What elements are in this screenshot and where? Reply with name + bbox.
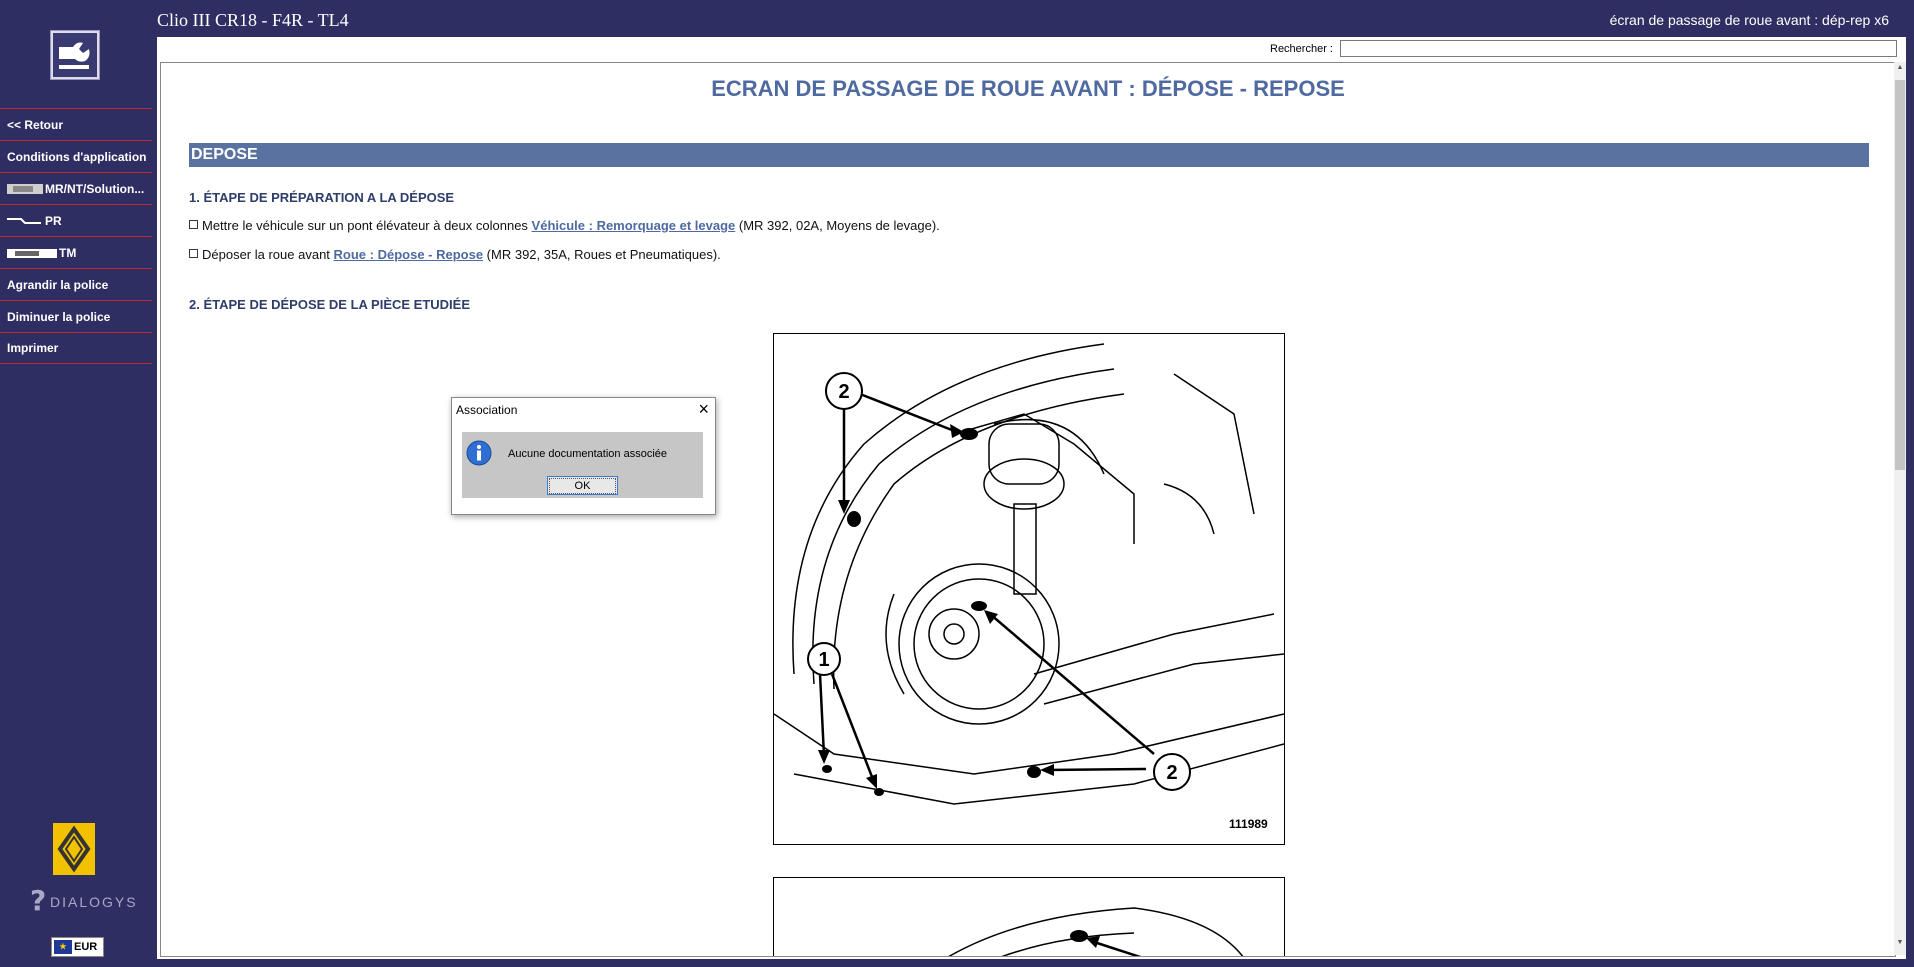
wheel-arch-drawing-2 (948, 907, 1244, 956)
bullet-icon (189, 249, 198, 258)
dialog-body: Aucune documentation associée OK (462, 432, 703, 498)
wheel-arch-drawing: 2 1 2 111989 (773, 343, 1285, 831)
list-item: Mettre le véhicule sur un pont élévateur… (189, 218, 940, 233)
info-icon (466, 440, 492, 466)
scroll-up-icon[interactable]: ▲ (1894, 64, 1906, 78)
list-item: Déposer la roue avant Roue : Dépose - Re… (189, 247, 721, 262)
search-input[interactable] (1340, 40, 1897, 57)
vehicle-title: Clio III CR18 - F4R - TL4 (157, 10, 349, 30)
print-button[interactable]: Imprimer (0, 332, 152, 364)
step-1-heading: 1. ÉTAPE DE PRÉPARATION A LA DÉPOSE (189, 190, 455, 205)
pr-button[interactable]: PR (0, 204, 152, 236)
title-bar: Clio III CR18 - F4R - TL4 écran de passa… (152, 0, 1914, 42)
manual-thumbnail-icon (7, 183, 43, 195)
towing-lifting-link[interactable]: Véhicule : Remorquage et levage (532, 218, 736, 233)
tm-button[interactable]: TM (0, 236, 152, 268)
document-title: écran de passage de roue avant : dép-rep… (1609, 12, 1889, 28)
manual-solution-button[interactable]: MR/NT/Solution... (0, 172, 152, 204)
search-label: Rechercher : (1270, 43, 1333, 55)
scroll-down-icon[interactable]: ▼ (1894, 939, 1906, 953)
dialog-title: Association (456, 403, 518, 417)
bullet-icon (189, 220, 198, 229)
back-button[interactable]: << Retour (0, 108, 152, 140)
technical-figure-2 (773, 877, 1285, 956)
search-bar: Rechercher : (157, 37, 1906, 62)
document-view[interactable]: ECRAN DE PASSAGE DE ROUE AVANT : DÉPOSE … (160, 62, 1896, 957)
currency-badge: ★ EUR (51, 937, 104, 957)
decrease-font-button[interactable]: Diminuer la police (0, 300, 152, 332)
association-dialog: Association × Aucune documentation assoc… (451, 397, 716, 515)
figure-number: 111989 (1229, 817, 1268, 831)
page-title: ECRAN DE PASSAGE DE ROUE AVANT : DÉPOSE … (711, 76, 1345, 101)
technical-figure: 2 1 2 111989 (773, 333, 1285, 845)
section-heading: DEPOSE (189, 143, 1869, 167)
part-line-icon (7, 215, 43, 227)
wheel-removal-link[interactable]: Roue : Dépose - Repose (334, 247, 484, 262)
callout-label: 1 (818, 649, 829, 671)
content-panel: Rechercher : ECRAN DE PASSAGE DE ROUE AV… (157, 37, 1906, 959)
sidebar: << Retour Conditions d'application MR/NT… (0, 0, 152, 967)
close-icon[interactable]: × (698, 399, 709, 420)
wrench-icon (50, 30, 100, 80)
dialogys-logo: ? DIALOGYS (30, 886, 138, 917)
sidebar-nav: << Retour Conditions d'application MR/NT… (0, 108, 152, 364)
eu-flag-icon: ★ (54, 940, 72, 954)
svg-text:?: ? (30, 886, 48, 917)
question-mark-icon: ? (30, 886, 48, 917)
renault-logo (53, 823, 95, 875)
time-thumbnail-icon (7, 247, 57, 259)
increase-font-button[interactable]: Agrandir la police (0, 268, 152, 300)
callout-label: 2 (1166, 762, 1177, 784)
step-2-heading: 2. ÉTAPE DE DÉPOSE DE LA PIÈCE ETUDIÉE (189, 297, 471, 312)
conditions-button[interactable]: Conditions d'application (0, 140, 152, 172)
dialog-message: Aucune documentation associée (508, 448, 667, 460)
vertical-scrollbar[interactable]: ▲ ▼ (1894, 62, 1906, 955)
ok-button[interactable]: OK (547, 476, 618, 495)
callout-label: 2 (838, 381, 849, 403)
scrollbar-thumb[interactable] (1895, 80, 1905, 470)
